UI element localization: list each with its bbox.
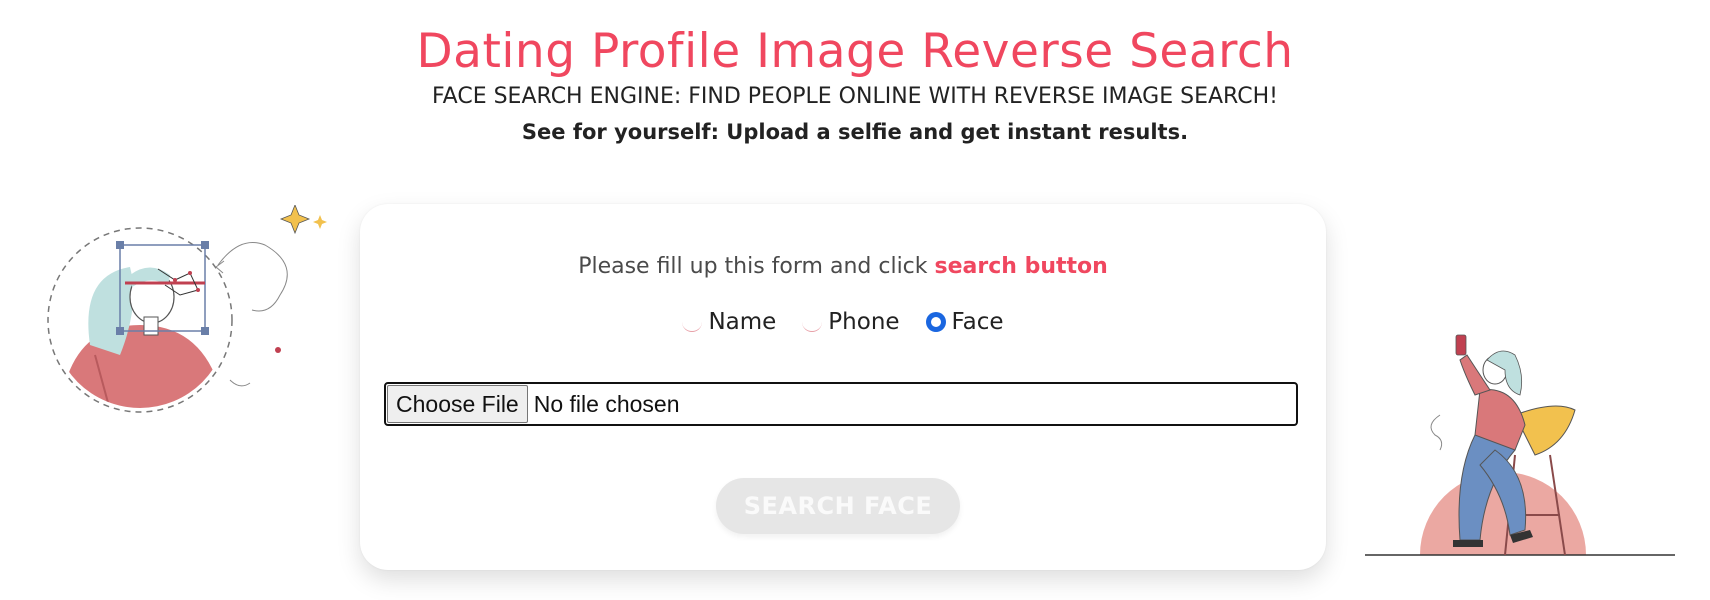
page-subtitle: FACE SEARCH ENGINE: FIND PEOPLE ONLINE W…: [432, 84, 1278, 109]
page-title: Dating Profile Image Reverse Search: [416, 24, 1294, 79]
instruction-highlight: search button: [934, 254, 1108, 279]
radio-option-phone[interactable]: Phone: [802, 309, 900, 335]
search-face-button[interactable]: SEARCH FACE: [716, 478, 960, 534]
form-instruction: Please fill up this form and click searc…: [360, 254, 1326, 279]
radio-option-name[interactable]: Name: [682, 309, 776, 335]
file-status-text: No file chosen: [533, 390, 680, 417]
radio-option-face[interactable]: Face: [925, 309, 1004, 335]
radio-label-name: Name: [708, 309, 777, 335]
radio-name[interactable]: [682, 312, 703, 332]
face-scan-illustration: [47, 205, 327, 413]
woman-with-phone-illustration: [1365, 334, 1675, 556]
radio-face[interactable]: [925, 312, 946, 332]
radio-label-face: Face: [951, 309, 1004, 335]
radio-label-phone: Phone: [828, 309, 900, 335]
search-form-card: Please fill up this form and click searc…: [360, 204, 1326, 570]
choose-file-button[interactable]: Choose File: [387, 385, 528, 423]
page-tagline: See for yourself: Upload a selfie and ge…: [521, 120, 1189, 144]
file-upload-input[interactable]: Choose File No file chosen: [384, 382, 1298, 426]
search-type-radio-group: Name Phone Face: [360, 309, 1326, 335]
radio-phone[interactable]: [802, 312, 823, 332]
instruction-text: Please fill up this form and click: [578, 254, 935, 279]
